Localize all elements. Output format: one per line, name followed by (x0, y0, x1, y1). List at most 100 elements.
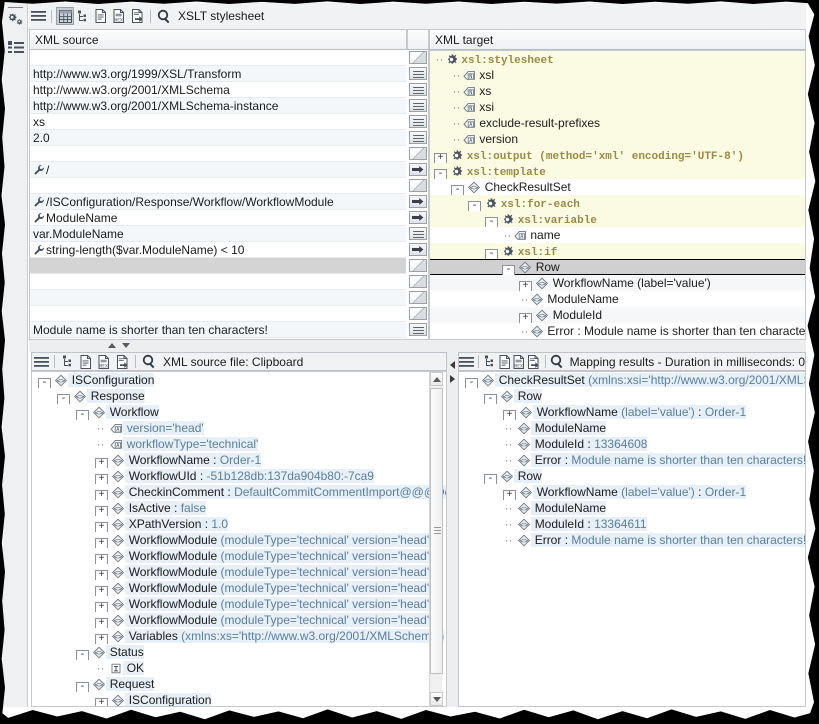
row-menu-button[interactable] (409, 99, 427, 112)
xml-target-tree-row[interactable]: - xsl:template (430, 163, 805, 179)
row-disabled-button[interactable] (409, 259, 427, 272)
tree-row[interactable]: ·· <> ModuleName (459, 420, 805, 436)
xml-target-tree-row[interactable]: ··N xs (430, 83, 805, 99)
menu-icon[interactable] (29, 7, 47, 25)
tree-row[interactable]: - <> Row (459, 388, 805, 404)
row-disabled-button[interactable] (409, 307, 427, 320)
xml-target-tree-row[interactable]: ··<> ModuleName (430, 291, 805, 307)
tree-row[interactable]: + <> IsActive : false (32, 500, 446, 516)
splitter-collapse-up-icon[interactable] (108, 343, 116, 348)
tree-row[interactable]: ·· <> ModuleName (459, 500, 805, 516)
tree-row[interactable]: + <> WorkflowModule (moduleType='technic… (32, 564, 446, 580)
xml-source-grid[interactable]: http://www.w3.org/1999/XSL/Transformhttp… (29, 50, 429, 340)
xml-target-tree-row[interactable]: - xsl:variable (430, 211, 805, 227)
source-grid-row[interactable]: / (30, 162, 406, 178)
expand-icon[interactable]: + (95, 698, 108, 707)
xml-target-tree-row[interactable]: - <> Row (430, 259, 805, 275)
tree-row[interactable]: ·· A workflowType='technical' (32, 436, 446, 452)
source-grid-row[interactable]: /ISConfiguration/Response/Workflow/Workf… (30, 194, 406, 210)
row-menu-button[interactable] (409, 323, 427, 336)
tree-row[interactable]: ·· <> Error : Module name is shorter tha… (459, 532, 805, 548)
scroll-down-icon[interactable] (433, 697, 441, 702)
source-grid-row[interactable]: http://www.w3.org/2001/XMLSchema (30, 82, 406, 98)
tree-row[interactable]: + <> Variables (xmlns:xs='http://www.w3.… (32, 628, 446, 644)
source-grid-row[interactable]: string-length($var.ModuleName) < 10 (30, 242, 406, 258)
xml-target-tree-row[interactable]: ··A version (430, 131, 805, 147)
search-icon[interactable] (550, 353, 565, 371)
import-icon[interactable] (113, 353, 131, 371)
xml-target-tree-row[interactable]: ·· xsl:stylesheet (430, 51, 805, 67)
tree-row[interactable]: + <> WorkflowModule (moduleType='technic… (32, 612, 446, 628)
source-grid-row[interactable]: http://www.w3.org/1999/XSL/Transform (30, 66, 406, 82)
tree-row[interactable]: + <> WorkflowModule (moduleType='technic… (32, 580, 446, 596)
menu-icon[interactable] (32, 353, 50, 371)
tree-row[interactable]: - <> Request (32, 676, 446, 692)
tree-row[interactable]: + <> WorkflowUId : -51b128db:137da904b80… (32, 468, 446, 484)
tree-row[interactable]: + <> CheckinComment : DefaultCommitComme… (32, 484, 446, 500)
tree-row[interactable]: - <> CheckResultSet (xmlns:xsi='http://w… (459, 372, 805, 388)
source-grid-row[interactable]: var.ModuleName (30, 226, 406, 242)
source-grid-row[interactable]: Module name is shorter than ten characte… (30, 322, 406, 338)
splitter-collapse-left-icon[interactable] (450, 361, 455, 369)
mapping-results-tree[interactable]: - <> CheckResultSet (xmlns:xsi='http://w… (458, 371, 806, 707)
source-grid-row[interactable] (30, 258, 406, 274)
tree-row[interactable]: ·· <> ModuleId : 13364611 (459, 516, 805, 532)
xml-target-tree-row[interactable]: ··N xsl (430, 67, 805, 83)
search-icon[interactable] (140, 353, 158, 371)
xml-target-tree-row[interactable]: ··<> Error : Module name is shorter than… (430, 323, 805, 339)
xml-target-tree-row[interactable]: - xsl:for-each (430, 195, 805, 211)
grid-view-icon[interactable] (56, 7, 74, 25)
source-grid-row[interactable] (30, 178, 406, 194)
menu-icon[interactable] (459, 353, 474, 371)
tree-row[interactable]: - <> Status (32, 644, 446, 660)
list-icon[interactable] (8, 41, 25, 54)
tree-row[interactable]: + <> WorkflowModule (moduleType='technic… (32, 548, 446, 564)
tree-row[interactable]: - <> ISConfiguration (32, 372, 446, 388)
horizontal-splitter[interactable] (29, 340, 806, 352)
tree-row[interactable]: ·· <> ModuleId : 13364608 (459, 436, 805, 452)
tree-row[interactable]: - <> Row (459, 468, 805, 484)
scroll-up-icon[interactable] (433, 377, 441, 382)
hex-view-icon[interactable]: HEX (95, 353, 113, 371)
row-menu-button[interactable] (409, 67, 427, 80)
xml-target-tree-row[interactable]: - <> CheckResultSet (430, 179, 805, 195)
tree-row[interactable]: + <> XPathVersion : 1.0 (32, 516, 446, 532)
source-grid-row[interactable] (30, 290, 406, 306)
xml-target-tree-row[interactable]: ··N xsi (430, 99, 805, 115)
row-menu-button[interactable] (409, 227, 427, 240)
tree-view-icon[interactable] (74, 7, 92, 25)
tree-row[interactable]: + <> WorkflowName (label='value') : Orde… (459, 484, 805, 500)
row-goto-button[interactable] (409, 243, 427, 256)
text-view-icon[interactable] (92, 7, 110, 25)
settings-gear-icon[interactable] (8, 13, 25, 28)
scrollbar-thumb[interactable] (430, 388, 443, 674)
tree-view-icon[interactable] (59, 353, 77, 371)
row-goto-button[interactable] (409, 163, 427, 176)
xml-target-tree-row[interactable]: + xsl:output (method='xml' encoding='UTF… (430, 147, 805, 163)
row-goto-button[interactable] (409, 195, 427, 208)
tree-row[interactable]: + <> WorkflowModule (moduleType='technic… (32, 532, 446, 548)
search-icon[interactable] (155, 7, 173, 25)
tree-row[interactable]: + <> WorkflowName : Order-1 (32, 452, 446, 468)
tree-row[interactable]: - <> Response (32, 388, 446, 404)
source-grid-row[interactable]: ModuleName (30, 210, 406, 226)
hex-view-icon[interactable]: HEX (110, 7, 128, 25)
splitter-collapse-down-icon[interactable] (122, 343, 130, 348)
source-grid-row[interactable]: xs (30, 114, 406, 130)
splitter-collapse-right-icon[interactable] (450, 375, 455, 383)
row-menu-button[interactable] (409, 131, 427, 144)
source-file-tree[interactable]: - <> ISConfiguration- <> Response- <> Wo… (31, 371, 447, 707)
hex-view-icon[interactable]: HEX (512, 353, 526, 371)
source-grid-row[interactable] (30, 274, 406, 290)
row-disabled-button[interactable] (409, 179, 427, 192)
row-disabled-button[interactable] (409, 147, 427, 160)
row-disabled-button[interactable] (409, 51, 427, 64)
source-grid-row[interactable]: 2.0 (30, 130, 406, 146)
row-menu-button[interactable] (409, 115, 427, 128)
xml-target-tree-row[interactable]: + <> WorkflowName (label='value') (430, 275, 805, 291)
tree-row[interactable]: + <> WorkflowName (label='value') : Orde… (459, 404, 805, 420)
import-icon[interactable] (526, 353, 540, 371)
text-view-icon[interactable] (77, 353, 95, 371)
tree-view-icon[interactable] (483, 353, 497, 371)
source-grid-row[interactable] (30, 50, 406, 66)
